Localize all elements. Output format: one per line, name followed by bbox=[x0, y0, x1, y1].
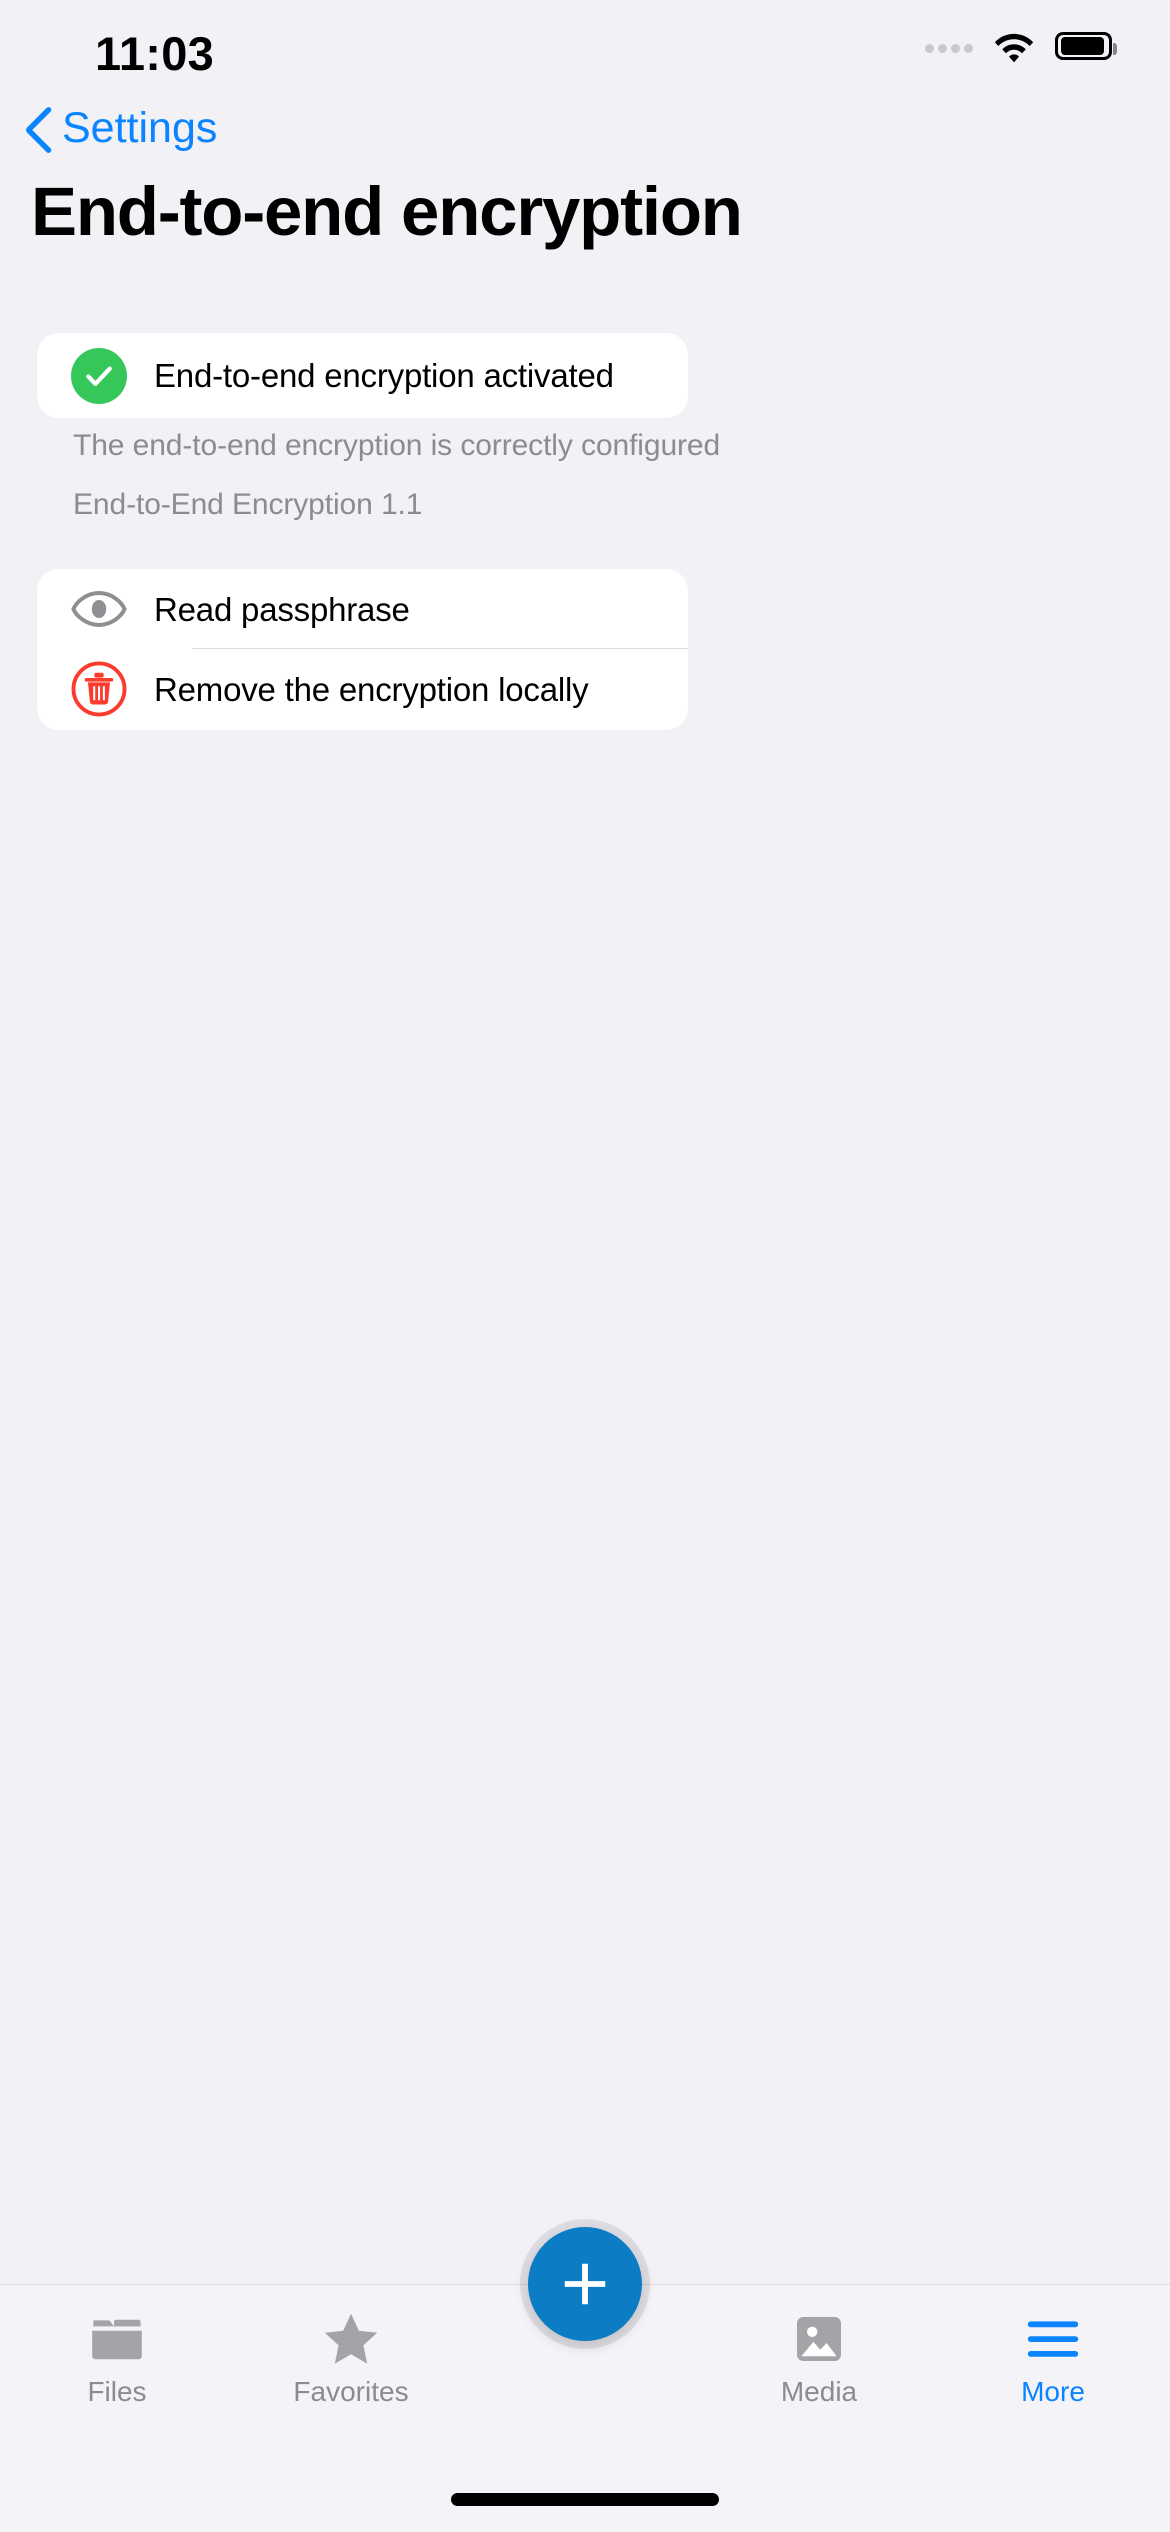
encryption-status-row: End-to-end encryption activated bbox=[37, 333, 688, 418]
home-indicator bbox=[451, 2493, 719, 2506]
tab-favorites-label: Favorites bbox=[293, 2376, 409, 2407]
add-button[interactable] bbox=[528, 2227, 642, 2341]
remove-encryption-label: Remove the encryption locally bbox=[154, 670, 589, 708]
tab-files-label: Files bbox=[87, 2376, 147, 2407]
tab-favorites[interactable]: Favorites bbox=[234, 2285, 468, 2455]
folder-icon bbox=[89, 2309, 145, 2369]
app-screen: 11:03 Settings End-to-end encryption End… bbox=[0, 0, 1170, 2532]
eye-icon bbox=[70, 580, 128, 638]
photo-icon bbox=[793, 2309, 845, 2369]
back-button[interactable]: Settings bbox=[24, 100, 217, 160]
trash-circle-icon bbox=[70, 660, 128, 718]
status-bar-indicators bbox=[925, 30, 1117, 62]
tab-bar: Files Favorites Media More bbox=[0, 2227, 1170, 2532]
wifi-icon bbox=[992, 30, 1036, 62]
plus-icon bbox=[558, 2257, 612, 2311]
encryption-version-note: End-to-End Encryption 1.1 bbox=[73, 488, 423, 521]
status-bar-time: 11:03 bbox=[95, 27, 215, 80]
read-passphrase-label: Read passphrase bbox=[154, 590, 410, 628]
encryption-actions-card: Read passphrase Remove the encryption lo… bbox=[37, 569, 688, 730]
battery-icon bbox=[1055, 32, 1117, 60]
tab-media[interactable]: Media bbox=[702, 2285, 936, 2455]
tab-more[interactable]: More bbox=[936, 2285, 1170, 2455]
tab-media-label: Media bbox=[780, 2376, 858, 2407]
chevron-left-icon bbox=[24, 107, 54, 153]
encryption-status-label: End-to-end encryption activated bbox=[154, 357, 614, 394]
encryption-configured-note: The end-to-end encryption is correctly c… bbox=[73, 429, 721, 462]
cellular-dots-icon bbox=[925, 39, 973, 53]
read-passphrase-row[interactable]: Read passphrase bbox=[37, 569, 688, 649]
back-button-label: Settings bbox=[62, 104, 218, 152]
star-icon bbox=[322, 2309, 380, 2369]
remove-encryption-row[interactable]: Remove the encryption locally bbox=[37, 649, 688, 729]
green-check-circle-icon bbox=[70, 347, 128, 405]
tab-files[interactable]: Files bbox=[0, 2285, 234, 2455]
encryption-status-card: End-to-end encryption activated bbox=[37, 333, 688, 418]
status-bar: 11:03 bbox=[0, 0, 1170, 100]
page-title: End-to-end encryption bbox=[31, 173, 743, 250]
hamburger-menu-icon bbox=[1025, 2309, 1081, 2369]
tab-more-label: More bbox=[1021, 2376, 1085, 2407]
